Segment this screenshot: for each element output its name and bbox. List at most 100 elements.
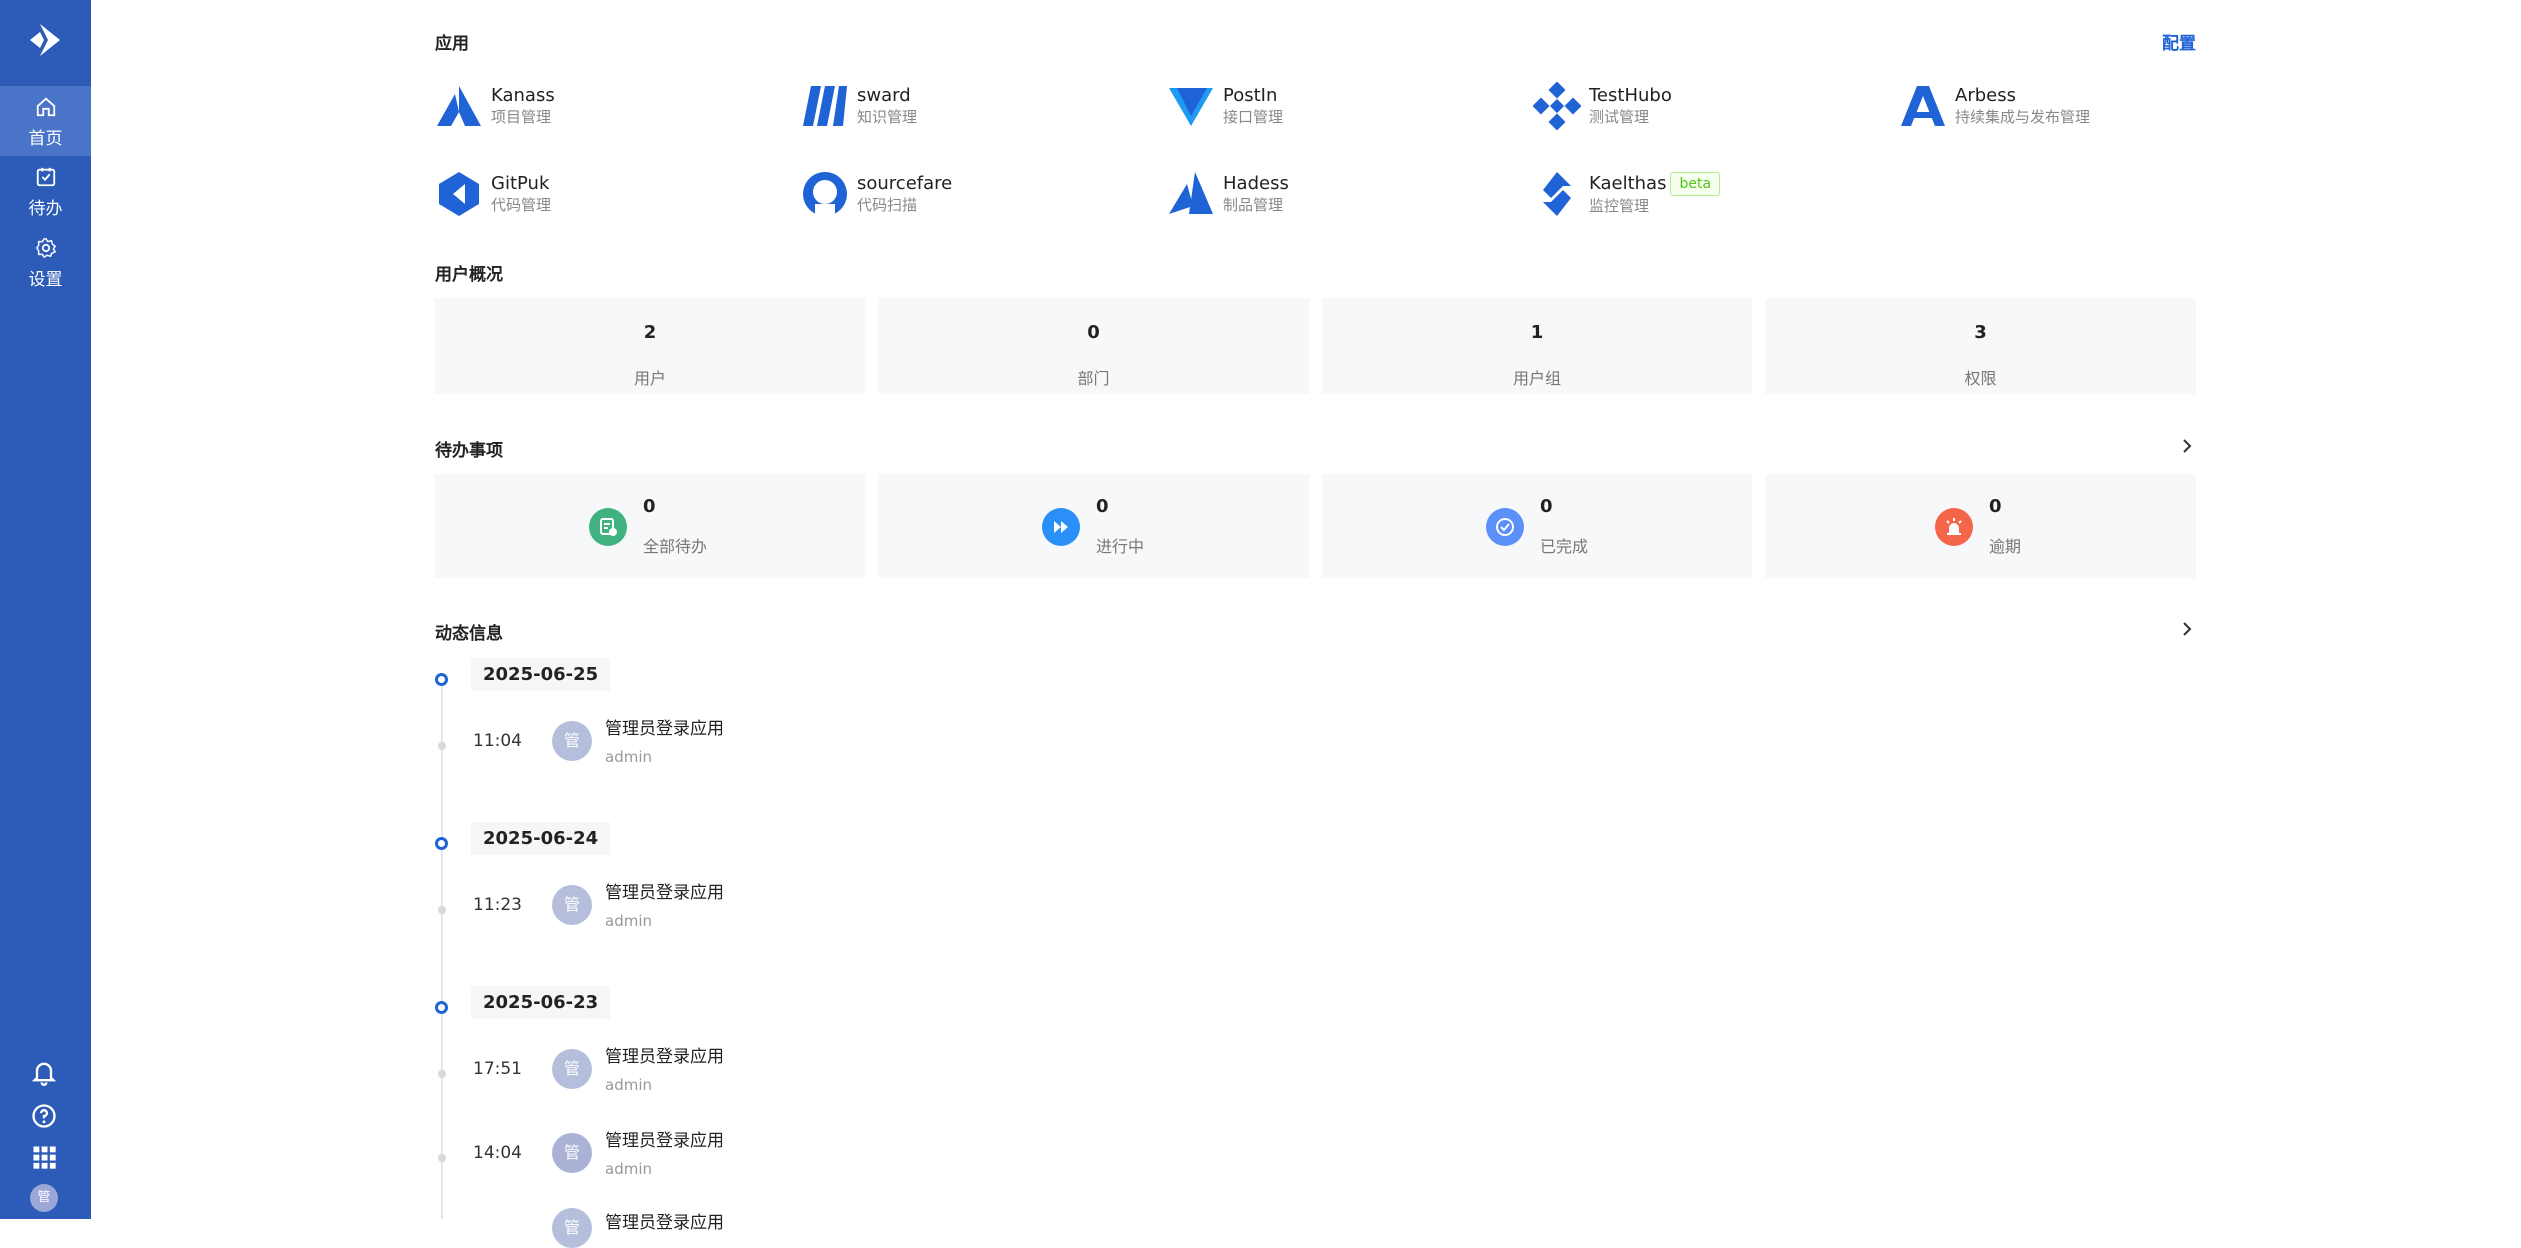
todo-value: 0 [1989, 496, 2002, 517]
gear-icon [35, 238, 56, 259]
timeline-date: 2025-06-24 [471, 822, 611, 855]
app-name: Kaelthas beta [1589, 172, 1721, 196]
app-sub: 代码扫描 [857, 196, 918, 214]
app-kanass[interactable]: Kanass 项目管理 [435, 80, 555, 132]
timeline-date: 2025-06-23 [471, 986, 611, 1019]
timeline-date-dot [435, 673, 448, 686]
stat-label: 用户 [633, 369, 666, 388]
stat-card-permissions[interactable]: 3 权限 [1765, 298, 2196, 394]
postin-logo-icon [1169, 88, 1213, 126]
app-gitpuk[interactable]: GitPuk 代码管理 [435, 168, 551, 220]
chevron-right-icon[interactable] [2178, 437, 2196, 455]
todo-card-completed[interactable]: 0 已完成 [1322, 474, 1752, 578]
stat-label: 用户组 [1512, 369, 1561, 388]
timeline-event-dot [438, 1070, 446, 1078]
app-sub: 接口管理 [1223, 108, 1284, 126]
chevron-right-icon[interactable] [2178, 620, 2196, 638]
event-title[interactable]: 管理员登录应用 [605, 714, 724, 739]
app-name: sourcefare [857, 173, 953, 194]
timeline-date-dot [435, 1001, 448, 1014]
app-logo-icon[interactable] [26, 20, 66, 60]
app-name: sward [857, 85, 911, 106]
todo-label: 全部待办 [643, 537, 708, 556]
event-user: admin [605, 748, 652, 766]
list-icon [589, 507, 627, 546]
timeline-event-dot [438, 1154, 446, 1162]
app-name: TestHubo [1589, 85, 1672, 106]
event-avatar: 管 [552, 721, 592, 761]
todo-label: 已完成 [1540, 537, 1589, 556]
sidebar-item-label: 设置 [28, 270, 63, 290]
app-postin[interactable]: PostIn 接口管理 [1167, 80, 1283, 132]
event-user: admin [605, 1160, 652, 1178]
sward-logo-icon [803, 86, 847, 126]
stat-label: 权限 [1964, 369, 1997, 388]
stat-card-departments[interactable]: 0 部门 [878, 298, 1309, 394]
fast-forward-icon [1042, 507, 1080, 546]
sidebar-item-label: 首页 [28, 129, 63, 149]
app-arbess[interactable]: Arbess 持续集成与发布管理 [1899, 80, 2090, 132]
check-icon [1486, 507, 1524, 546]
app-sub: 项目管理 [491, 108, 552, 126]
todo-card-in-progress[interactable]: 0 进行中 [878, 474, 1309, 578]
todo-value: 0 [1096, 496, 1109, 517]
event-title[interactable]: 管理员登录应用 [605, 1208, 724, 1233]
sourcefare-logo-icon [803, 172, 847, 218]
user-overview-title: 用户概况 [435, 265, 503, 285]
app-sub: 知识管理 [857, 108, 918, 126]
app-hadess[interactable]: Hadess 制品管理 [1167, 168, 1289, 220]
app-name: PostIn [1223, 85, 1278, 106]
todo-value: 0 [1540, 496, 1553, 517]
app-kaelthas[interactable]: Kaelthas beta 监控管理 [1533, 168, 1721, 220]
stat-value: 3 [1974, 322, 1987, 343]
app-sub: 制品管理 [1223, 196, 1284, 214]
event-title[interactable]: 管理员登录应用 [605, 878, 724, 903]
alarm-icon [1935, 507, 1973, 546]
event-user: admin [605, 912, 652, 930]
sidebar-item-home[interactable]: 首页 [0, 86, 91, 156]
kanass-logo-icon [437, 86, 481, 126]
app-sward[interactable]: sward 知识管理 [801, 80, 917, 132]
event-time: 11:04 [473, 731, 522, 751]
event-avatar: 管 [552, 885, 592, 925]
help-icon[interactable] [30, 1102, 58, 1130]
apps-grid-icon[interactable] [30, 1143, 58, 1171]
app-sub: 代码管理 [491, 196, 552, 214]
app-testhubo[interactable]: TestHubo 测试管理 [1533, 80, 1672, 132]
app-name: Hadess [1223, 173, 1289, 194]
timeline-event-dot [438, 906, 446, 914]
config-link[interactable]: 配置 [2162, 29, 2196, 54]
hadess-logo-icon [1169, 172, 1213, 214]
user-avatar[interactable]: 管 [30, 1184, 58, 1212]
sidebar-item-settings[interactable]: 设置 [0, 229, 91, 299]
stat-card-user-groups[interactable]: 1 用户组 [1322, 298, 1752, 394]
event-avatar: 管 [552, 1208, 592, 1248]
sidebar-item-todo[interactable]: 待办 [0, 158, 91, 228]
stat-label: 部门 [1077, 369, 1110, 388]
app-name: Arbess [1955, 85, 2016, 106]
arbess-logo-icon [1901, 86, 1945, 126]
todo-icon [36, 167, 55, 187]
todo-card-all[interactable]: 0 全部待办 [435, 474, 865, 578]
app-name: GitPuk [491, 173, 550, 194]
app-sourcefare[interactable]: sourcefare 代码扫描 [801, 168, 952, 220]
bell-icon[interactable] [30, 1058, 58, 1086]
beta-badge: beta [1670, 172, 1721, 196]
home-icon [36, 97, 55, 117]
sidebar-item-label: 待办 [28, 199, 63, 219]
sidebar: 首页 待办 设置 管 [0, 0, 91, 1219]
todo-value: 0 [643, 496, 656, 517]
app-sub: 持续集成与发布管理 [1955, 108, 2091, 126]
event-time: 17:51 [473, 1059, 522, 1079]
event-title[interactable]: 管理员登录应用 [605, 1126, 724, 1151]
event-title[interactable]: 管理员登录应用 [605, 1042, 724, 1067]
stat-value: 2 [643, 322, 657, 343]
todo-card-overdue[interactable]: 0 逾期 [1765, 474, 2196, 578]
timeline-date-dot [435, 837, 448, 850]
timeline-event-dot [438, 742, 446, 750]
event-user: admin [605, 1076, 652, 1094]
event-avatar: 管 [552, 1049, 592, 1089]
todo-label: 逾期 [1989, 537, 2022, 556]
stat-card-users[interactable]: 2 用户 [435, 298, 865, 394]
event-time: 14:04 [473, 1143, 522, 1163]
